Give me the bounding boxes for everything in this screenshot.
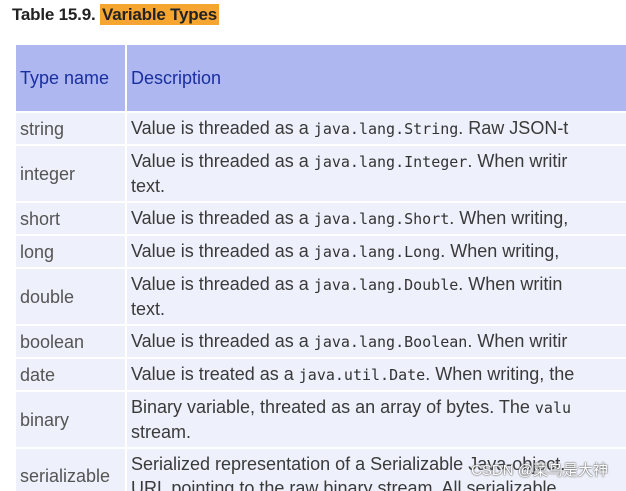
- description-text-tail: . Raw JSON-t: [458, 118, 569, 138]
- description-line-1: Value is threaded as a java.lang.Short. …: [131, 206, 626, 231]
- java-class-code: java.lang.Boolean: [313, 333, 468, 351]
- description-text-tail: . When writing, the: [425, 364, 575, 384]
- table-row: string Value is threaded as a java.lang.S…: [16, 113, 626, 144]
- type-name-cell: binary: [16, 392, 125, 447]
- description-line-1: Binary variable, threated as an array of…: [131, 395, 626, 420]
- table-row: boolean Value is threaded as a java.lang.…: [16, 326, 626, 357]
- table-row: binary Binary variable, threated as an ar…: [16, 392, 626, 447]
- type-name-cell: date: [16, 359, 125, 390]
- description-cell: Value is threaded as a java.lang.Long. W…: [127, 236, 626, 267]
- description-text-tail: . When writing,: [449, 208, 569, 228]
- type-name-cell: double: [16, 269, 125, 324]
- table-row: double Value is threaded as a java.lang.D…: [16, 269, 626, 324]
- description-cell: Value is threaded as a java.lang.Integer…: [127, 146, 626, 201]
- description-text-tail: . When writin: [458, 274, 563, 294]
- table-header-row: Type name Description: [16, 45, 626, 111]
- watermark: CSDN @菜鸟是大神: [471, 462, 608, 479]
- type-name-cell: boolean: [16, 326, 125, 357]
- description-text-tail: . When writir: [467, 151, 568, 171]
- description-text-tail: . When writir: [467, 331, 568, 351]
- description-line-1: Value is treated as a java.util.Date. Wh…: [131, 362, 626, 387]
- java-class-code: java.lang.Integer: [313, 153, 468, 171]
- description-text: Value is threaded as a: [131, 241, 314, 261]
- header-description: Description: [127, 45, 626, 111]
- variable-types-table: Type name Description string Value is thr…: [14, 43, 626, 491]
- description-text-tail: . When writing,: [440, 241, 560, 261]
- description-text: Value is threaded as a: [131, 118, 314, 138]
- description-cell: Value is threaded as a java.lang.String.…: [127, 113, 626, 144]
- table-row: long Value is threaded as a java.lang.Lon…: [16, 236, 626, 267]
- caption-highlight: Variable Types: [100, 4, 220, 25]
- description-text: Value is threaded as a: [131, 151, 314, 171]
- description-text: Value is threaded as a: [131, 208, 314, 228]
- variable-types-table-container: Type name Description string Value is thr…: [14, 43, 626, 491]
- description-text: Binary variable, threated as an array of…: [131, 397, 535, 417]
- description-line-2: stream.: [131, 422, 192, 442]
- description-line-1: Value is threaded as a java.lang.Long. W…: [131, 239, 626, 264]
- java-class-code: valu: [534, 399, 572, 417]
- table-row: short Value is threaded as a java.lang.Sh…: [16, 203, 626, 234]
- description-cell: Value is treated as a java.util.Date. Wh…: [127, 359, 626, 390]
- java-class-code: java.lang.Short: [313, 210, 450, 228]
- java-class-code: java.util.Date: [298, 366, 426, 384]
- description-text: Value is treated as a: [131, 364, 299, 384]
- type-name-cell: integer: [16, 146, 125, 201]
- description-line-1: Value is threaded as a java.lang.Integer…: [131, 149, 626, 174]
- description-line-1: Value is threaded as a java.lang.String.…: [131, 116, 626, 141]
- description-line-2: text.: [131, 176, 166, 196]
- description-line-2: text.: [131, 299, 166, 319]
- description-line-1: Value is threaded as a java.lang.Double.…: [131, 272, 626, 297]
- description-cell: Value is threaded as a java.lang.Short. …: [127, 203, 626, 234]
- header-type-name: Type name: [16, 45, 125, 111]
- type-name-cell: serializable: [16, 449, 125, 491]
- type-name-cell: long: [16, 236, 125, 267]
- java-class-code: java.lang.Double: [313, 276, 459, 294]
- table-row: date Value is treated as a java.util.Date…: [16, 359, 626, 390]
- caption-prefix: Table 15.9.: [12, 5, 100, 24]
- table-caption: Table 15.9. Variable Types: [12, 4, 220, 25]
- description-cell: Value is threaded as a java.lang.Boolean…: [127, 326, 626, 357]
- description-cell: Binary variable, threated as an array of…: [127, 392, 626, 447]
- description-line-1: Value is threaded as a java.lang.Boolean…: [131, 329, 626, 354]
- description-text: Value is threaded as a: [131, 331, 314, 351]
- description-text: Value is threaded as a: [131, 274, 314, 294]
- java-class-code: java.lang.String: [313, 120, 459, 138]
- description-cell: Value is threaded as a java.lang.Double.…: [127, 269, 626, 324]
- type-name-cell: short: [16, 203, 125, 234]
- type-name-cell: string: [16, 113, 125, 144]
- table-row: integer Value is threaded as a java.lang.…: [16, 146, 626, 201]
- java-class-code: java.lang.Long: [313, 243, 441, 261]
